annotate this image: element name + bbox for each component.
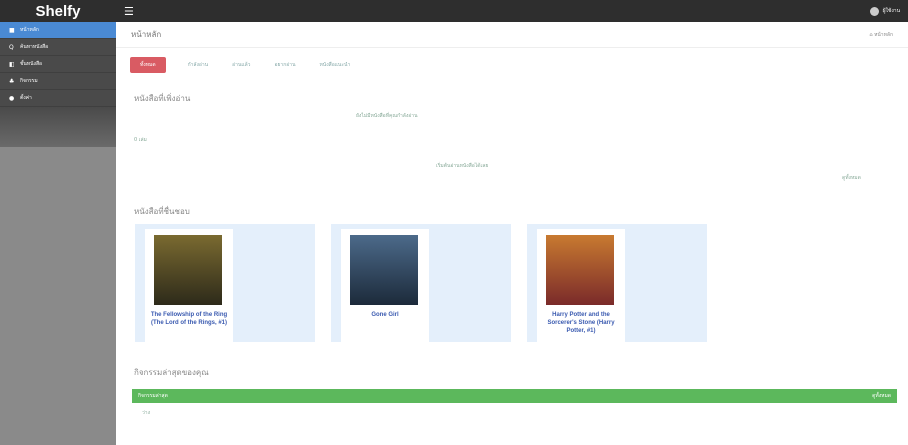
recent-section-title: หนังสือที่เพิ่งอ่าน: [134, 94, 191, 103]
breadcrumb[interactable]: ⌂ หน้าหลัก: [869, 31, 893, 39]
sidebar-item-label: หน้าหลัก: [20, 27, 39, 33]
user-menu[interactable]: ผู้ใช้งาน: [869, 6, 900, 16]
sidebar-item-shelf[interactable]: ◧ ชั้นหนังสือ: [0, 56, 116, 73]
activity-section-title: กิจกรรมล่าสุดของคุณ: [134, 368, 209, 377]
book-title-link[interactable]: Harry Potter and the Sorcerer's Stone (H…: [541, 311, 621, 335]
sidebar-item-activity[interactable]: ♣ กิจกรรม: [0, 73, 116, 90]
activity-icon: ♣: [9, 77, 15, 85]
book-card[interactable]: Harry Potter and the Sorcerer's Stone (H…: [527, 224, 707, 342]
tab-read[interactable]: อ่านแล้ว: [230, 57, 252, 73]
recent-count: 0 เล่ม: [134, 137, 147, 143]
recent-empty-message: ยังไม่มีหนังสือที่คุณกำลังอ่าน: [356, 113, 418, 119]
book-cover-image[interactable]: [546, 235, 614, 305]
activity-header-bar: กิจกรรมล่าสุด ดูทั้งหมด: [132, 389, 897, 403]
menu-toggle-icon[interactable]: ☰: [124, 5, 134, 18]
sidebar-item-home[interactable]: ■ หน้าหลัก: [0, 22, 116, 39]
sidebar-item-label: ชั้นหนังสือ: [20, 61, 43, 67]
activity-row: ว่าง: [142, 410, 151, 416]
top-navbar: ☰ ผู้ใช้งาน: [116, 0, 908, 22]
sidebar-nav: ■ หน้าหลัก Q ค้นหาหนังสือ ◧ ชั้นหนังสือ …: [0, 22, 116, 107]
tabs-bar: ทั้งหมด กำลังอ่าน อ่านแล้ว อยากอ่าน หนัง…: [130, 57, 372, 73]
tab-reading[interactable]: กำลังอ่าน: [186, 57, 211, 73]
book-title-link[interactable]: The Fellowship of the Ring (The Lord of …: [149, 311, 229, 327]
book-card-inner: Gone Girl: [341, 229, 429, 342]
book-icon: ◧: [9, 60, 15, 68]
activity-header-label: กิจกรรมล่าสุด: [138, 393, 168, 399]
tab-want-to-read[interactable]: อยากอ่าน: [272, 57, 297, 73]
sidebar-item-label: ค้นหาหนังสือ: [20, 44, 49, 50]
book-title-link[interactable]: Gone Girl: [345, 311, 425, 319]
favorites-section-title: หนังสือที่ชื่นชอบ: [134, 207, 190, 216]
brand-logo[interactable]: Shelfy: [0, 0, 116, 22]
recent-more-link[interactable]: ดูทั้งหมด: [842, 174, 861, 182]
sidebar-spacer: [0, 107, 116, 147]
sidebar-item-settings[interactable]: ● ตั้งค่า: [0, 90, 116, 107]
book-card-inner: The Fellowship of the Ring (The Lord of …: [145, 229, 233, 342]
book-cover-image[interactable]: [154, 235, 222, 305]
tab-recommended[interactable]: หนังสือแนะนำ: [317, 57, 352, 73]
book-card[interactable]: Gone Girl: [331, 224, 511, 342]
page-title: หน้าหลัก: [131, 30, 162, 39]
book-card-inner: Harry Potter and the Sorcerer's Stone (H…: [537, 229, 625, 342]
home-icon: ■: [9, 26, 15, 34]
search-icon: Q: [9, 43, 14, 51]
tab-all[interactable]: ทั้งหมด: [130, 57, 166, 73]
activity-view-all-link[interactable]: ดูทั้งหมด: [872, 392, 891, 400]
sidebar-item-label: กิจกรรม: [20, 78, 38, 84]
user-name: ผู้ใช้งาน: [882, 8, 900, 14]
breadcrumb-label: หน้าหลัก: [874, 31, 893, 38]
user-avatar-icon: [869, 6, 879, 16]
sidebar: Shelfy ■ หน้าหลัก Q ค้นหาหนังสือ ◧ ชั้นห…: [0, 0, 116, 445]
sidebar-item-label: ตั้งค่า: [20, 95, 32, 101]
recent-hint: เริ่มต้นอ่านหนังสือได้เลย: [436, 163, 489, 169]
sidebar-item-search[interactable]: Q ค้นหาหนังสือ: [0, 39, 116, 56]
settings-icon: ●: [9, 94, 15, 102]
book-cover-image[interactable]: [350, 235, 418, 305]
page-header: หน้าหลัก ⌂ หน้าหลัก: [116, 22, 908, 48]
book-card[interactable]: The Fellowship of the Ring (The Lord of …: [135, 224, 315, 342]
